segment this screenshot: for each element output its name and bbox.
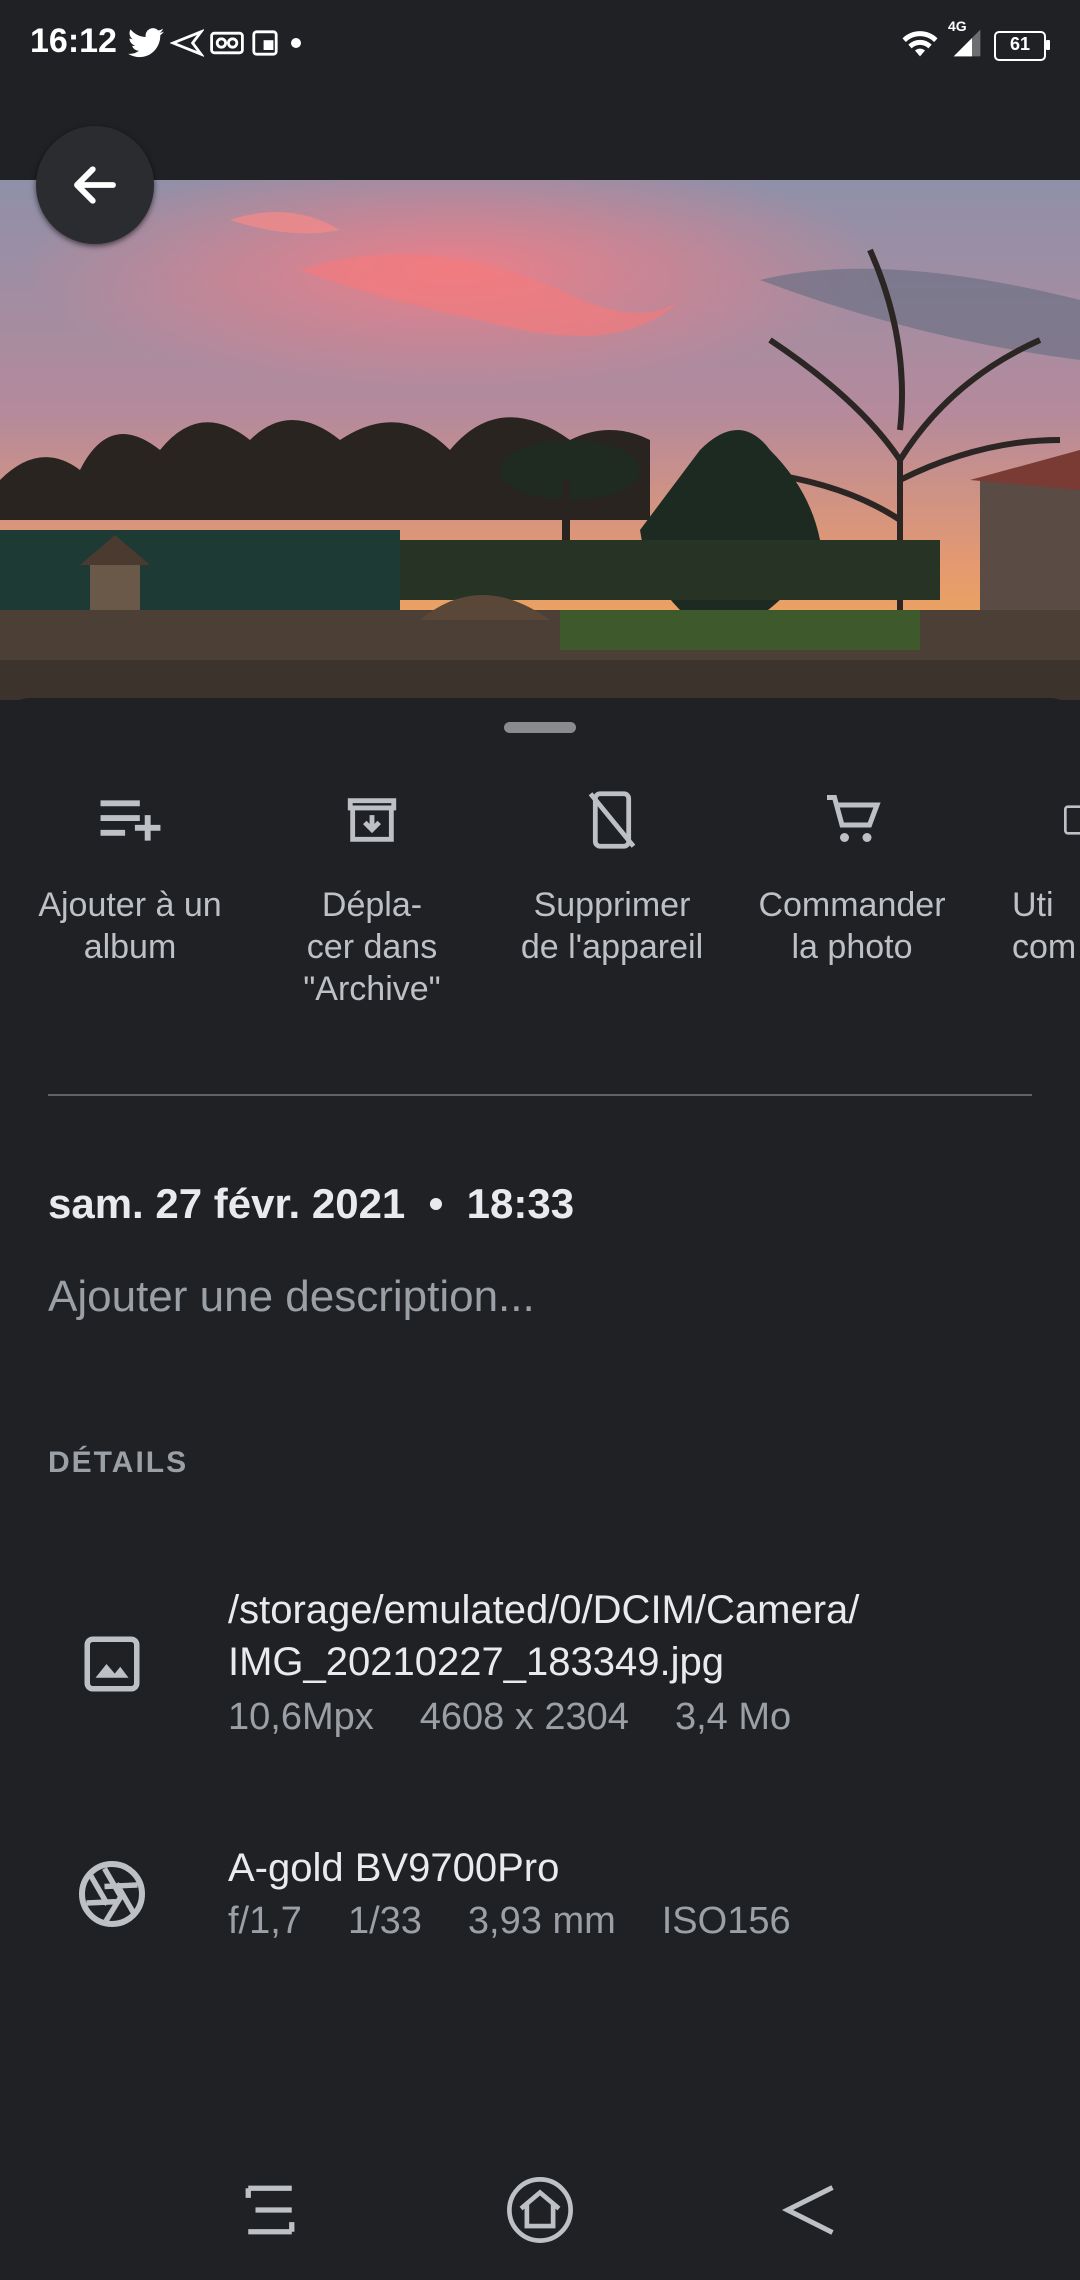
use-as-button[interactable]: Uti com [972,780,1080,968]
nav-back-button[interactable] [770,2170,850,2250]
details-heading: DÉTAILS [48,1446,189,1479]
description-input[interactable]: Ajouter une description... [48,1272,535,1322]
camera-model: A-gold BV9700Pro [228,1846,560,1890]
iso: ISO156 [661,1900,791,1942]
file-size: 3,4 Mo [674,1696,792,1738]
aperture: f/1,7 [228,1900,302,1942]
drag-handle[interactable] [504,722,576,733]
system-status-icons: 4G 61 [900,18,1050,65]
chevron-left-icon [781,2185,834,2235]
file-path[interactable]: /storage/emulated/0/DCIM/Camera/ IMG_202… [228,1584,859,1688]
divider [48,1094,1032,1096]
action-label: Commander la photo [758,886,946,966]
menu-icon [245,2185,295,2235]
battery-icon: 61 [994,30,1050,61]
network-type: 4G [948,18,967,34]
shutter-icon [72,1854,152,1934]
archive-button[interactable]: Dépla- cer dans "Archive" [252,780,492,1010]
action-label: Ajouter à un album [38,886,222,966]
phone-delete-icon [588,791,636,849]
camera-settings: f/1,7 1/33 3,93 mm ISO156 [228,1900,791,1943]
battery-level: 61 [1009,33,1031,54]
arrow-left-icon [74,166,116,204]
home-button[interactable] [500,2170,580,2250]
exposure-time: 1/33 [347,1900,422,1942]
action-label: Dépla- cer dans "Archive" [303,886,441,1008]
dot-icon [286,33,306,58]
photo-datetime[interactable]: sam. 27 févr. 2021 • 18:33 [48,1180,574,1228]
action-label: Supprimer de l'appareil [520,886,704,966]
order-photo-button[interactable]: Commander la photo [732,780,972,968]
send-icon [169,28,206,62]
twitter-icon [128,28,164,63]
status-time: 16:12 [30,22,117,60]
file-path-line2: IMG_20210227_183349.jpg [228,1640,724,1684]
file-specs: 10,6Mpx 4608 x 2304 3,4 Mo [228,1696,791,1739]
playlist-add-icon [100,800,161,841]
signal-icon: 4G [948,18,984,63]
recents-button[interactable] [230,2170,310,2250]
file-path-line1: /storage/emulated/0/DCIM/Camera/ [228,1588,860,1632]
home-icon [507,2177,573,2243]
action-label: Uti com [1012,886,1077,966]
cast-icon [250,29,280,62]
wifi-icon [900,26,940,65]
archive-icon [347,798,397,842]
notification-icons [128,28,306,63]
focal-length: 3,93 mm [467,1900,616,1942]
add-to-album-button[interactable]: Ajouter à un album [10,780,250,968]
back-button[interactable] [36,126,154,244]
device-icon [1064,805,1080,835]
megapixels: 10,6Mpx [228,1696,374,1738]
image-icon [72,1624,152,1704]
photo-preview[interactable] [0,180,1080,700]
cart-icon [827,795,881,842]
resolution: 4608 x 2304 [419,1696,629,1738]
voicemail-icon [210,29,244,62]
delete-from-device-button[interactable]: Supprimer de l'appareil [492,780,732,968]
